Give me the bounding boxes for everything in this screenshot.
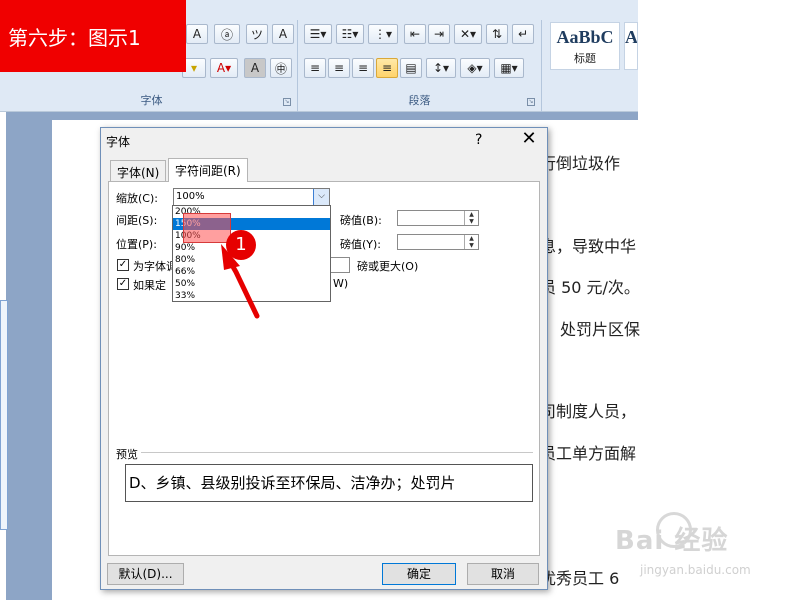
step-number-badge: 1: [226, 230, 256, 260]
annotation-arrow: [221, 244, 260, 319]
